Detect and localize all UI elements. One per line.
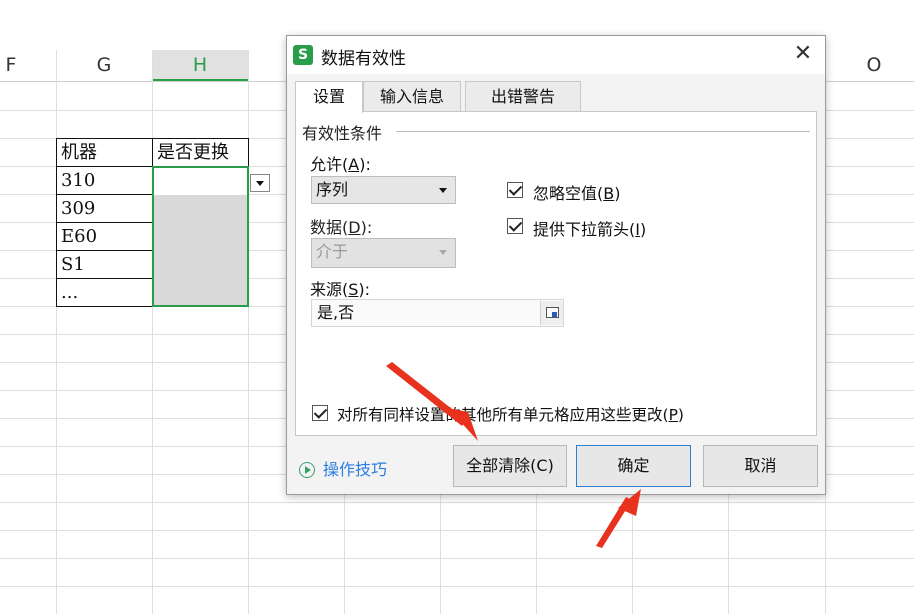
table-header-machine[interactable]: 机器: [57, 139, 97, 166]
data-select: 介于: [311, 238, 456, 268]
ignore-blank-checkbox[interactable]: [507, 182, 523, 198]
chevron-down-icon: [439, 250, 447, 255]
clear-all-button[interactable]: 全部清除(C): [453, 445, 567, 487]
column-header-h[interactable]: H: [152, 50, 248, 81]
source-label: 来源(S):: [310, 280, 371, 299]
active-cell[interactable]: [154, 168, 247, 195]
table-cell[interactable]: 310: [57, 167, 95, 194]
ignore-blank-label[interactable]: 忽略空值(B): [533, 180, 620, 204]
tips-link[interactable]: 操作技巧: [299, 456, 387, 480]
allow-select[interactable]: 序列: [311, 176, 456, 204]
in-cell-dropdown-label[interactable]: 提供下拉箭头(I): [533, 216, 646, 240]
grid-line: [0, 558, 914, 559]
allow-label: 允许(A):: [310, 155, 371, 174]
grid-line: [0, 530, 914, 531]
wps-spreadsheet-icon: S: [293, 45, 313, 65]
settings-panel: 有效性条件 允许(A): 序列 数据(D): 介于 忽略空值(B) 提供下拉箭头…: [295, 111, 817, 436]
in-cell-dropdown-checkbox[interactable]: [507, 218, 523, 234]
table-cell[interactable]: ...: [57, 279, 78, 306]
cancel-button[interactable]: 取消: [703, 445, 818, 487]
range-select-icon[interactable]: [540, 301, 563, 325]
grid-line: [0, 586, 914, 587]
dialog-titlebar[interactable]: S 数据有效性 ✕: [287, 36, 825, 74]
column-header-g[interactable]: G: [56, 50, 152, 81]
validation-criteria-title: 有效性条件: [302, 120, 387, 144]
group-divider: [396, 131, 810, 132]
tab-input-message[interactable]: 输入信息: [363, 81, 461, 111]
table-cell[interactable]: E60: [57, 223, 97, 250]
cell-dropdown-button[interactable]: [250, 174, 270, 192]
grid-line: [0, 502, 914, 503]
column-header-o[interactable]: O: [826, 50, 914, 81]
table-cell[interactable]: S1: [57, 251, 85, 278]
data-validation-dialog: S 数据有效性 ✕ 设置 输入信息 出错警告 有效性条件 允许(A): 序列 数…: [286, 35, 826, 495]
apply-all-label[interactable]: 对所有同样设置的其他所有单元格应用这些更改(P): [337, 403, 684, 425]
column-header-f[interactable]: F: [0, 50, 22, 81]
tab-error-alert[interactable]: 出错警告: [465, 81, 581, 111]
apply-all-checkbox[interactable]: [312, 405, 328, 421]
chevron-down-icon: [439, 188, 447, 193]
data-label: 数据(D):: [310, 218, 373, 237]
selected-range[interactable]: [152, 166, 249, 307]
ok-button[interactable]: 确定: [576, 445, 691, 487]
dialog-title: 数据有效性: [321, 49, 406, 69]
close-icon[interactable]: ✕: [791, 42, 815, 66]
source-input[interactable]: 是,否: [311, 299, 564, 327]
play-circle-icon: [299, 462, 315, 478]
table-header-replace[interactable]: 是否更换: [153, 139, 229, 166]
table-cell[interactable]: 309: [57, 195, 95, 222]
tab-settings[interactable]: 设置: [295, 81, 363, 113]
